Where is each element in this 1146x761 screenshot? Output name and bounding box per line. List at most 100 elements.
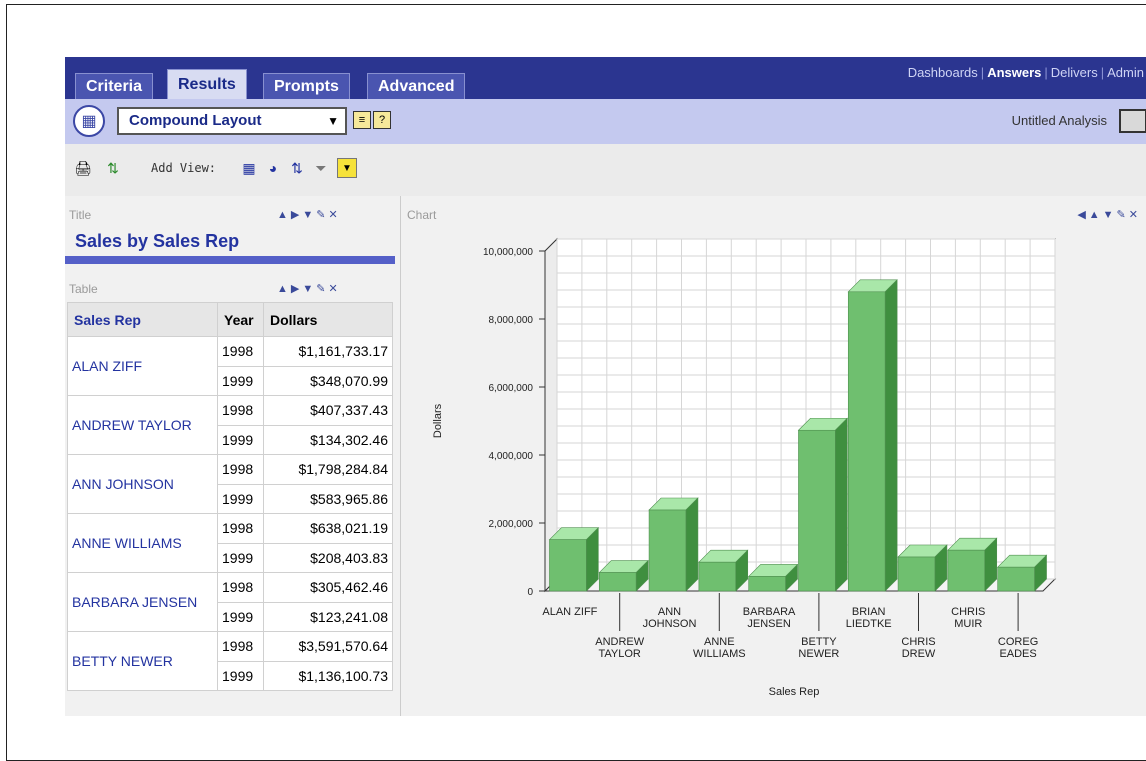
x-tick-label: CHRIS (901, 636, 935, 648)
y-axis-title: Dollars (432, 403, 444, 438)
dollars-cell: $348,070.99 (263, 365, 393, 396)
print-icon[interactable]: 🖨 (73, 158, 93, 178)
help-icon[interactable]: ? (373, 111, 391, 129)
y-tick-label: 4,000,000 (489, 451, 534, 462)
link-delivers[interactable]: Delivers (1048, 65, 1101, 80)
layout-bar: ▦ Compound Layout ▼ ≡ ? Untitled Analysi… (65, 99, 1146, 144)
save-icon[interactable] (1119, 109, 1146, 133)
table-view-icon[interactable]: ▦ (239, 158, 259, 178)
title-panel-label: Title (69, 208, 92, 222)
table-panel-controls[interactable]: ▲▶▼✎✕ (277, 282, 341, 295)
rep-cell[interactable]: ANNE WILLIAMS (67, 513, 218, 573)
rep-cell[interactable]: ALAN ZIFF (67, 336, 218, 396)
year-cell: 1999 (217, 660, 264, 691)
x-tick-label: WILLIAMS (693, 648, 746, 660)
bar-side (884, 279, 898, 592)
more-views-icon[interactable]: ▼ (337, 158, 357, 178)
x-tick-label: JOHNSON (643, 618, 697, 630)
x-tick-label: BRIAN (852, 606, 886, 618)
dollars-cell: $1,161,733.17 (263, 336, 393, 367)
y-tick-label: 10,000,000 (483, 247, 533, 258)
x-tick-label: BARBARA (743, 606, 796, 618)
year-cell: 1998 (217, 513, 264, 544)
link-dashboards[interactable]: Dashboards (905, 65, 981, 80)
dollars-cell: $3,591,570.64 (263, 631, 393, 662)
x-tick-label: ALAN ZIFF (542, 606, 597, 618)
title-panel-controls[interactable]: ▲▶▼✎✕ (277, 208, 341, 221)
y-tick-label: 8,000,000 (489, 315, 534, 326)
refresh-icon[interactable]: ⇅ (103, 158, 123, 178)
col-header-dollars[interactable]: Dollars (263, 302, 393, 337)
bar-chart: 0 2,000,000 4,000,000 6,000,000 8,000,000 10,… (432, 237, 1057, 698)
table-row: ANN JOHNSON 1998 $1,798,284.84 (67, 454, 393, 514)
app-frame: Criteria Results Prompts Advanced Dashbo… (6, 4, 1146, 761)
tab-results[interactable]: Results (167, 69, 247, 99)
dollars-cell: $123,241.08 (263, 601, 393, 632)
compound-layout: Title ▲▶▼✎✕ Sales by Sales Rep Table ▲▶▼… (65, 196, 1146, 716)
x-tick-label: MUIR (954, 618, 982, 630)
rep-cell[interactable]: ANDREW TAYLOR (67, 395, 218, 455)
bar (648, 509, 687, 592)
table-row: ANNE WILLIAMS 1998 $638,021.19 (67, 513, 393, 573)
chart-view-icon[interactable]: ◕ (263, 158, 283, 178)
x-tick-label: NEWER (798, 648, 839, 660)
year-cell: 1999 (217, 542, 264, 573)
col-header-year[interactable]: Year (217, 302, 264, 337)
title-underline (65, 256, 395, 264)
dollars-cell: $1,798,284.84 (263, 454, 393, 485)
analysis-name: Untitled Analysis (1011, 113, 1107, 128)
year-cell: 1998 (217, 454, 264, 485)
tab-advanced[interactable]: Advanced (367, 73, 466, 99)
x-tick-label: ANDREW (595, 636, 645, 648)
dollars-cell: $1,136,100.73 (263, 660, 393, 691)
rep-cell[interactable]: ANN JOHNSON (67, 454, 218, 514)
y-tick-label: 6,000,000 (489, 383, 534, 394)
chart-panel: Chart ◀▲▼✎✕ 0 2,000,000 4,000,000 6,000,000… (405, 196, 1146, 716)
link-answers[interactable]: Answers (984, 65, 1044, 80)
bar (549, 539, 587, 592)
tab-prompts[interactable]: Prompts (263, 73, 350, 99)
dollars-cell: $134,302.46 (263, 424, 393, 455)
layout-select[interactable]: Compound Layout ▼ (117, 107, 347, 135)
layout-properties-icon[interactable]: ≡ (353, 111, 371, 129)
top-nav-bar: Criteria Results Prompts Advanced Dashbo… (65, 57, 1146, 99)
left-column: Title ▲▶▼✎✕ Sales by Sales Rep Table ▲▶▼… (65, 196, 401, 716)
rep-cell[interactable]: BARBARA JENSEN (67, 572, 218, 632)
table-row: ANDREW TAYLOR 1998 $407,337.43 (67, 395, 393, 455)
table-row: BARBARA JENSEN 1998 $305,462.46 (67, 572, 393, 632)
bar (798, 429, 836, 592)
tab-criteria[interactable]: Criteria (75, 73, 154, 99)
y-tick-label: 0 (527, 587, 533, 598)
year-cell: 1998 (217, 572, 264, 603)
x-tick-label: CHRIS (951, 606, 985, 618)
filter-view-icon[interactable]: ⏷ (311, 158, 331, 178)
year-cell: 1998 (217, 631, 264, 662)
dollars-cell: $208,403.83 (263, 542, 393, 573)
dollars-cell: $583,965.86 (263, 483, 393, 514)
x-tick-label: TAYLOR (599, 648, 641, 660)
x-tick-label: BETTY (801, 636, 837, 648)
top-links: Dashboards | Answers | Delivers | Admin (905, 65, 1146, 80)
bar (947, 549, 986, 592)
dollars-cell: $305,462.46 (263, 572, 393, 603)
x-tick-label: EADES (999, 648, 1036, 660)
x-axis-title: Sales Rep (769, 686, 820, 698)
x-tick-label: ANNE (704, 636, 735, 648)
bar (847, 291, 886, 592)
year-cell: 1999 (217, 365, 264, 396)
year-cell: 1999 (217, 601, 264, 632)
x-tick-label: JENSEN (747, 618, 790, 630)
y-tick-label: 2,000,000 (489, 519, 534, 530)
col-header-sales-rep[interactable]: Sales Rep (67, 302, 218, 337)
layout-icon[interactable]: ▦ (73, 105, 105, 137)
chevron-down-icon: ▼ (327, 114, 339, 128)
table-panel-label: Table (69, 282, 98, 296)
bar (997, 566, 1035, 592)
link-admin[interactable]: Admin (1104, 65, 1146, 80)
pivot-view-icon[interactable]: ⇅ (287, 158, 307, 178)
report-title: Sales by Sales Rep (75, 231, 240, 251)
x-tick-label: DREW (902, 648, 936, 660)
rep-cell[interactable]: BETTY NEWER (67, 631, 218, 691)
dollars-cell: $407,337.43 (263, 395, 393, 426)
year-cell: 1999 (217, 483, 264, 514)
